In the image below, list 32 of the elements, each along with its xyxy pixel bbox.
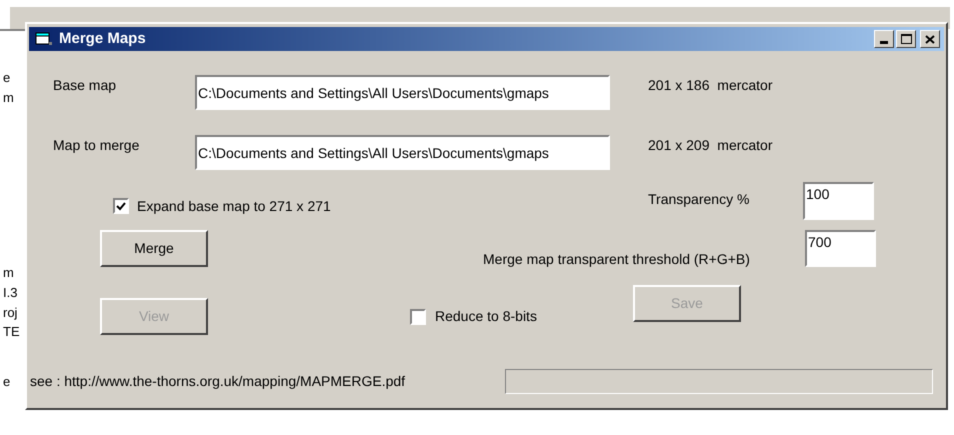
transparency-field[interactable]: 100: [803, 182, 874, 220]
maximize-button[interactable]: [896, 30, 916, 48]
threshold-label: Merge map transparent threshold (R+G+B): [483, 250, 751, 269]
background-text: m: [3, 265, 14, 281]
maximize-icon: [900, 34, 912, 44]
background-text: e: [3, 70, 10, 86]
window-title: Merge Maps: [59, 28, 146, 49]
close-icon: [925, 34, 935, 44]
map-size-text: 201 x 209 mercator: [648, 136, 773, 155]
checkbox-label: Reduce to 8-bits: [435, 307, 537, 326]
minimize-button[interactable]: [874, 30, 894, 48]
check-icon: [116, 202, 126, 210]
checkbox[interactable]: [410, 308, 426, 324]
link-text: see : http://www.the-thorns.org.uk/mapping/MAPMERGE.pdf: [30, 372, 406, 391]
checkbox-label: Expand base map to 271 x 271: [137, 196, 331, 216]
threshold-field[interactable]: 700: [805, 230, 876, 267]
background-text: e: [3, 374, 10, 390]
window-icon: [35, 32, 53, 46]
background-text: m: [3, 90, 14, 106]
minimize-icon: [880, 41, 888, 44]
map-size-text: 201 x 186 mercator: [648, 76, 773, 95]
path-field[interactable]: C:\Documents and Settings\All Users\Documents\gmaps: [195, 135, 610, 170]
field-label: Base map: [53, 76, 118, 95]
action-button[interactable]: Merge: [100, 230, 208, 267]
transparency-label: Transparency %: [648, 190, 750, 209]
close-button[interactable]: [920, 30, 940, 48]
field-label: Map to merge: [53, 136, 140, 155]
background-text: TE: [3, 324, 20, 340]
checkbox[interactable]: [113, 198, 129, 214]
background-text: roj: [3, 305, 18, 321]
background-text: I.3: [3, 285, 18, 301]
path-field[interactable]: C:\Documents and Settings\All Users\Documents\gmaps: [195, 75, 610, 110]
